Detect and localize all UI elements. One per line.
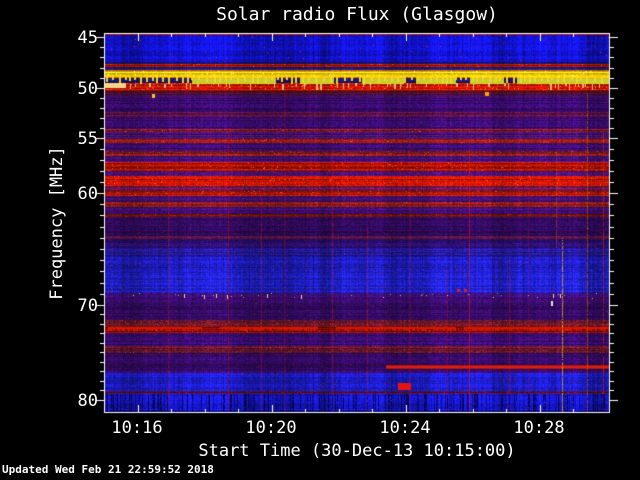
y-tick-label-80: 80 (77, 391, 98, 411)
x-tick-label-1028: 10:28 (513, 418, 565, 438)
y-axis-label: Frequency [MHz] (47, 146, 67, 300)
x-axis-label: Start Time (30-Dec-13 10:15:00) (198, 441, 516, 461)
chart-title: Solar radio Flux (Glasgow) (216, 4, 498, 25)
spectrogram-page: { "window": {"width": 640, "height": 480… (0, 0, 640, 480)
y-tick-label-45: 45 (77, 28, 98, 48)
spectrogram-canvas (88, 25, 626, 421)
x-tick-label-1024: 10:24 (379, 418, 431, 438)
x-tick-label-1016: 10:16 (111, 418, 163, 438)
updated-timestamp: Updated Wed Feb 21 22:59:52 2018 (2, 463, 214, 476)
x-tick-label-1020: 10:20 (245, 418, 297, 438)
